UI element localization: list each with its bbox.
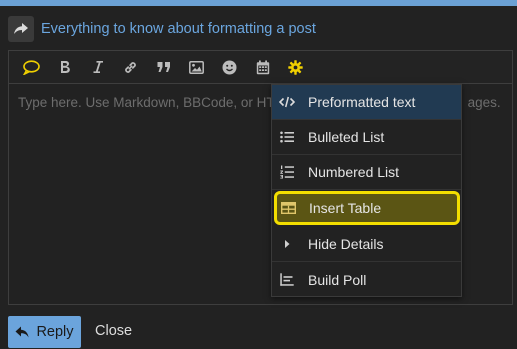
upload-image-button[interactable] <box>180 51 213 83</box>
close-composer-link[interactable]: Close <box>95 323 132 339</box>
reply-button[interactable]: Reply <box>8 316 81 348</box>
chart-icon <box>279 272 295 288</box>
numbered-list-icon <box>279 164 295 180</box>
emoji-icon <box>222 60 237 74</box>
placeholder-text: Type here. Use Markdown, BBCode, or HT <box>18 95 275 110</box>
menu-item-label: Build Poll <box>308 271 367 288</box>
table-icon <box>280 200 296 216</box>
topic-title-link[interactable]: Everything to know about formatting a po… <box>41 21 316 37</box>
reply-arrow-icon <box>15 326 29 338</box>
reply-context: Everything to know about formatting a po… <box>8 15 316 43</box>
reply-target-button[interactable] <box>8 16 34 42</box>
quote-post-button[interactable] <box>15 51 48 83</box>
bold-button[interactable] <box>48 51 81 83</box>
menu-item-label: Preformatted text <box>308 94 416 110</box>
italic-button[interactable] <box>81 51 114 83</box>
top-accent-bar <box>0 0 517 6</box>
menu-item-hide-details[interactable]: Hide Details <box>272 227 461 262</box>
menu-item-insert-table[interactable]: Insert Table <box>274 191 460 225</box>
gear-icon <box>288 59 303 75</box>
editor-toolbar <box>9 51 512 84</box>
italic-icon <box>93 61 103 73</box>
menu-item-preformatted-text[interactable]: Preformatted text <box>272 85 461 120</box>
link-button[interactable] <box>114 51 147 83</box>
options-gear-button[interactable] <box>279 51 312 83</box>
reply-button-label: Reply <box>36 324 74 340</box>
share-arrow-icon <box>14 23 28 34</box>
emoji-button[interactable] <box>213 51 246 83</box>
code-icon <box>279 94 295 110</box>
caret-right-icon <box>279 236 295 252</box>
placeholder-text-tail: ages. <box>467 95 501 110</box>
options-dropdown-menu: Preformatted text Bulleted List Numbered… <box>271 84 462 297</box>
menu-item-label: Numbered List <box>308 164 400 180</box>
bold-icon <box>60 61 70 73</box>
speech-bubble-icon <box>23 59 40 75</box>
menu-item-bulleted-list[interactable]: Bulleted List <box>272 120 461 155</box>
blockquote-icon <box>157 62 170 72</box>
menu-item-label: Hide Details <box>308 236 384 252</box>
menu-item-label: Bulleted List <box>308 129 385 145</box>
menu-item-numbered-list[interactable]: Numbered List <box>272 155 461 190</box>
bulleted-list-icon <box>279 129 295 145</box>
insert-date-button[interactable] <box>246 51 279 83</box>
blockquote-button[interactable] <box>147 51 180 83</box>
composer-footer: Reply Close <box>0 308 517 349</box>
link-icon <box>125 61 136 73</box>
calendar-icon <box>256 60 269 74</box>
menu-item-label: Insert Table <box>309 200 382 216</box>
image-icon <box>189 60 204 74</box>
menu-item-build-poll[interactable]: Build Poll <box>272 262 461 297</box>
